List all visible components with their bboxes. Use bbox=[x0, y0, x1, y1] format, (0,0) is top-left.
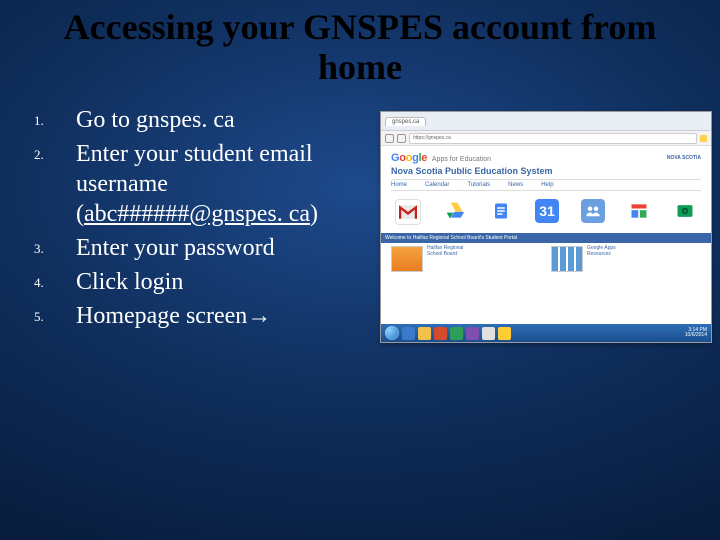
body-row: Go to gnspes. ca Enter your student emai… bbox=[30, 105, 690, 343]
calendar-icon: 31 bbox=[535, 199, 559, 223]
google-wordmark: Google bbox=[391, 152, 430, 164]
header-row: Google Apps for Education NOVA SCOTIA bbox=[391, 152, 701, 164]
apps-for-education-label: Apps for Education bbox=[432, 156, 491, 163]
star-icon bbox=[700, 135, 707, 142]
page-content: Google Apps for Education NOVA SCOTIA No… bbox=[381, 146, 711, 324]
taskbar-ie-icon bbox=[402, 327, 415, 340]
lower-right-block: Google AppsResources bbox=[551, 246, 701, 320]
portal-title: Nova Scotia Public Education System bbox=[391, 166, 701, 176]
back-icon bbox=[385, 134, 394, 143]
groups-icon bbox=[581, 199, 605, 223]
google-apps-logo: Google Apps for Education bbox=[391, 152, 491, 164]
step-2: Enter your student email username (abc##… bbox=[70, 139, 380, 229]
paren-close: ) bbox=[310, 201, 318, 227]
nav-calendar: Calendar bbox=[425, 182, 449, 188]
portal-nav: Home Calendar Tutorials News Help bbox=[391, 179, 701, 191]
taskbar-chrome-icon bbox=[498, 327, 511, 340]
steps-list: Go to gnspes. ca Enter your student emai… bbox=[30, 105, 380, 331]
lower-left-block: Halifax RegionalSchool Board bbox=[391, 246, 541, 320]
arrow-icon: → bbox=[247, 302, 271, 329]
lower-left-text: Halifax RegionalSchool Board bbox=[427, 246, 463, 257]
hrsb-thumb bbox=[391, 246, 423, 272]
screenshot-column: gnspes.ca https://gnspes.ca Google bbox=[380, 105, 712, 343]
step-4: Click login bbox=[70, 267, 380, 297]
step-2-email: abc######@gnspes. ca bbox=[84, 201, 310, 227]
browser-tab: gnspes.ca bbox=[385, 117, 426, 126]
nav-home: Home bbox=[391, 182, 407, 188]
browser-toolbar: https://gnspes.ca bbox=[381, 131, 711, 146]
calendar-number: 31 bbox=[539, 203, 555, 219]
address-bar: https://gnspes.ca bbox=[409, 133, 697, 144]
taskbar-folder-icon bbox=[418, 327, 431, 340]
step-2-text: Enter your student email username bbox=[76, 141, 313, 197]
step-4-text: Click login bbox=[76, 269, 183, 295]
drive-icon bbox=[443, 199, 467, 223]
nav-tutorials: Tutorials bbox=[467, 182, 490, 188]
nav-help: Help bbox=[541, 182, 553, 188]
forward-icon bbox=[397, 134, 406, 143]
docs-icon bbox=[489, 199, 513, 223]
taskbar-app3-icon bbox=[466, 327, 479, 340]
taskbar-date: 10/6/2014 bbox=[685, 333, 707, 338]
browser-screenshot: gnspes.ca https://gnspes.ca Google bbox=[380, 111, 712, 343]
step-1: Go to gnspes. ca bbox=[70, 105, 380, 135]
paren-open: ( bbox=[76, 201, 84, 227]
apps-row: 31 bbox=[391, 195, 701, 233]
step-1-text: Go to gnspes. ca bbox=[76, 107, 235, 133]
windows-taskbar: 3:14 PM 10/6/2014 bbox=[381, 324, 711, 342]
start-button-icon bbox=[385, 326, 399, 340]
sites-icon bbox=[627, 199, 651, 223]
taskbar-app1-icon bbox=[434, 327, 447, 340]
nova-scotia-logo: NOVA SCOTIA bbox=[667, 156, 701, 161]
step-3-text: Enter your password bbox=[76, 235, 275, 261]
lower-row: Halifax RegionalSchool Board Google Apps… bbox=[391, 246, 701, 320]
slide-title: Accessing your GNSPES account from home bbox=[30, 8, 690, 87]
step-3: Enter your password bbox=[70, 233, 380, 263]
vault-icon bbox=[673, 199, 697, 223]
welcome-bar: Welcome to Halifax Regional School Board… bbox=[381, 233, 711, 243]
steps-column: Go to gnspes. ca Enter your student emai… bbox=[30, 105, 380, 335]
taskbar-app2-icon bbox=[450, 327, 463, 340]
step-5: Homepage screen→ bbox=[70, 301, 380, 331]
gmail-icon bbox=[395, 199, 421, 225]
nav-news: News bbox=[508, 182, 523, 188]
slide: Accessing your GNSPES account from home … bbox=[0, 0, 720, 540]
browser-tabstrip: gnspes.ca bbox=[381, 112, 711, 131]
lower-right-text: Google AppsResources bbox=[587, 246, 616, 257]
apps-thumb bbox=[551, 246, 583, 272]
taskbar-clock: 3:14 PM 10/6/2014 bbox=[685, 328, 707, 338]
step-5-text: Homepage screen bbox=[76, 303, 247, 329]
taskbar-app4-icon bbox=[482, 327, 495, 340]
